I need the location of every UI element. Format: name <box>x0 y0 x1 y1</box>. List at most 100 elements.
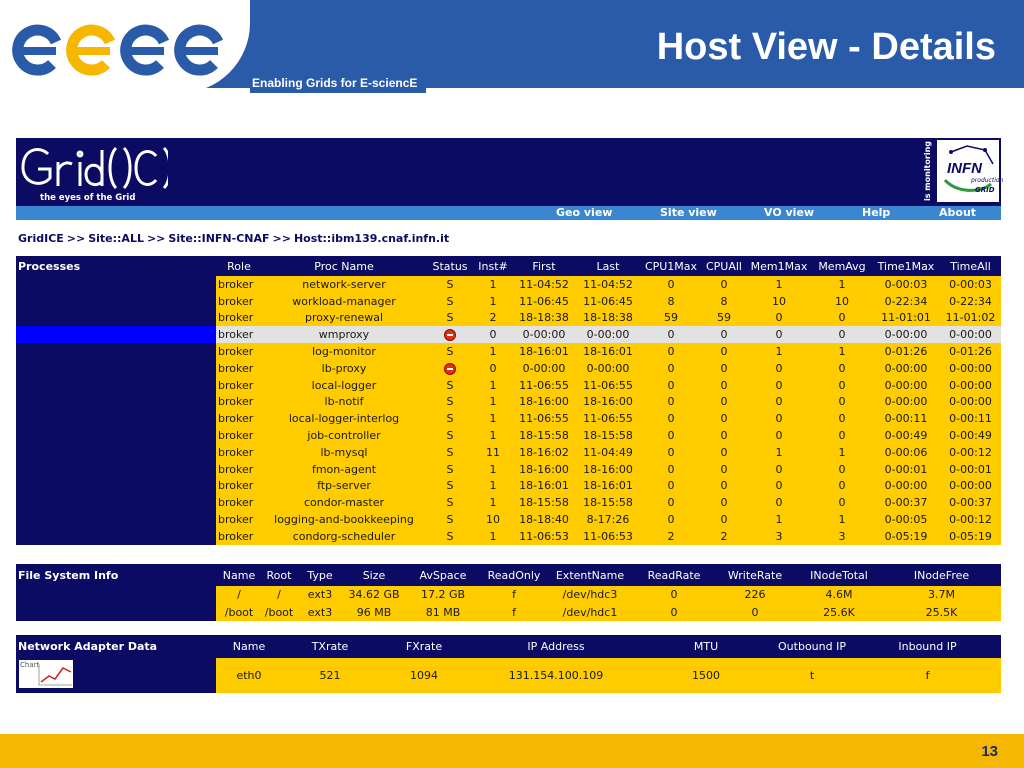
nav-vo-view[interactable]: VO view <box>764 206 814 220</box>
cell-cpuall: 0 <box>702 393 746 411</box>
column-header-type[interactable]: Type <box>296 564 344 586</box>
table-row[interactable]: broker log-monitor S 1 18-16:01 18-16:01 0 0 1 1 0… <box>16 343 1001 360</box>
table-row: Chart eth0 521 1094 131.154.100.109 1500 t f <box>16 658 1001 693</box>
table-row[interactable]: broker fmon-agent S 1 18-16:00 18-16:00 0 0 0 0 0-… <box>16 460 1001 478</box>
column-header-name[interactable]: Name <box>216 635 282 658</box>
column-header-status[interactable]: Status <box>426 256 474 276</box>
table-row[interactable]: broker condorg-scheduler S 1 11-06:53 11-06:5… <box>16 527 1001 545</box>
cell-status: S <box>426 494 474 512</box>
cell-cpu1max: 0 <box>640 393 702 411</box>
row-spacer <box>16 603 216 621</box>
table-row[interactable]: broker wmproxy 0 0-00:00 0-00:00 0 0 0 0 0-00:00 0… <box>16 326 1001 344</box>
column-header-outbound-ip[interactable]: Outbound IP <box>770 635 854 658</box>
cell-last: 18-16:00 <box>576 393 640 411</box>
column-header-readrate[interactable]: ReadRate <box>634 564 714 586</box>
breadcrumb-site-all[interactable]: Site::ALL <box>88 232 144 245</box>
column-header-size[interactable]: Size <box>344 564 404 586</box>
cell-inst: 1 <box>474 494 512 512</box>
column-header-fxrate[interactable]: FXrate <box>378 635 470 658</box>
cell-time1max: 0-01:26 <box>872 343 940 360</box>
column-header-ip-address[interactable]: IP Address <box>470 635 642 658</box>
table-row[interactable]: broker proxy-renewal S 2 18-18:38 18-18:38 59 5… <box>16 309 1001 327</box>
column-header-proc-name[interactable]: Proc Name <box>262 256 426 276</box>
cell-inodetotal: 25.6K <box>796 603 882 621</box>
cell-status: S <box>426 511 474 528</box>
column-header-mem1max[interactable]: Mem1Max <box>746 256 812 276</box>
table-row[interactable]: broker logging-and-bookkeeping S 10 18-18:40… <box>16 511 1001 528</box>
column-header-name[interactable]: Name <box>216 564 262 586</box>
cell-inst: 1 <box>474 292 512 310</box>
table-row[interactable]: broker lb-notif S 1 18-16:00 18-16:00 0 0 0 0 0-00… <box>16 393 1001 411</box>
column-header-avspace[interactable]: AvSpace <box>404 564 482 586</box>
section-label: Network Adapter Data <box>16 635 216 658</box>
column-header-time1max[interactable]: Time1Max <box>872 256 940 276</box>
cell-inst: 1 <box>474 477 512 495</box>
breadcrumb-separator: >> <box>272 232 291 245</box>
column-header-readonly[interactable]: ReadOnly <box>482 564 546 586</box>
column-header-first[interactable]: First <box>512 256 576 276</box>
row-spacer <box>16 292 216 310</box>
nav-help[interactable]: Help <box>862 206 890 220</box>
cell-time1max: 0-22:34 <box>872 292 940 310</box>
column-header-txrate[interactable]: TXrate <box>282 635 378 658</box>
table-row[interactable]: broker local-logger S 1 11-06:55 11-06:55 0 0 0 0… <box>16 376 1001 394</box>
table-header-row: Processes Role Proc Name Status Inst# First La… <box>16 256 1001 276</box>
cell-first: 18-15:58 <box>512 427 576 444</box>
breadcrumb-gridice[interactable]: GridICE <box>18 232 64 245</box>
cell-last: 18-15:58 <box>576 494 640 512</box>
cell-status: S <box>426 460 474 478</box>
cell-txrate: 521 <box>282 658 378 693</box>
cell-mem1max: 0 <box>746 410 812 428</box>
slide-subtitle: Enabling Grids for E-sciencE <box>252 76 418 90</box>
nav-geo-view[interactable]: Geo view <box>556 206 612 220</box>
column-header-cpuall[interactable]: CPUAll <box>702 256 746 276</box>
column-header-inodetotal[interactable]: INodeTotal <box>796 564 882 586</box>
table-row[interactable]: broker lb-mysql S 11 18-16:02 11-04:49 0 0 1 1 0-0… <box>16 443 1001 461</box>
monitoring-label: is monitoring <box>923 141 932 201</box>
table-row[interactable]: broker local-logger-interlog S 1 11-06:55 11-… <box>16 410 1001 428</box>
table-row[interactable]: broker workload-manager S 1 11-06:45 11-06:45… <box>16 292 1001 310</box>
cell-role: broker <box>216 343 262 360</box>
column-header-cpu1max[interactable]: CPU1Max <box>640 256 702 276</box>
slide-title: Host View - Details <box>656 26 996 68</box>
cell-extentname: /dev/hdc3 <box>546 586 634 604</box>
cell-cpu1max: 0 <box>640 359 702 377</box>
chart-thumbnail[interactable]: Chart <box>19 660 73 688</box>
cell-type: ext3 <box>296 603 344 621</box>
column-header-role[interactable]: Role <box>216 256 262 276</box>
breadcrumb-site-infn-cnaf[interactable]: Site::INFN-CNAF <box>168 232 269 245</box>
cell-cpu1max: 0 <box>640 326 702 344</box>
table-row[interactable]: broker lb-proxy 0 0-00:00 0-00:00 0 0 0 0 0-00:00… <box>16 359 1001 377</box>
filesystem-table: File System Info Name Root Type Size AvSpace R… <box>16 564 1001 621</box>
cell-memavg: 1 <box>812 276 872 293</box>
column-header-root[interactable]: Root <box>262 564 296 586</box>
table-row[interactable]: broker job-controller S 1 18-15:58 18-15:58 0 0… <box>16 427 1001 444</box>
cell-memavg: 3 <box>812 527 872 545</box>
nav-site-view[interactable]: Site view <box>660 206 717 220</box>
row-spacer <box>16 393 216 411</box>
column-header-inbound-ip[interactable]: Inbound IP <box>854 635 1001 658</box>
table-row[interactable]: broker ftp-server S 1 18-16:01 18-16:01 0 0 0 0 0-… <box>16 477 1001 495</box>
column-header-mtu[interactable]: MTU <box>642 635 770 658</box>
row-spacer <box>16 460 216 478</box>
column-header-writerate[interactable]: WriteRate <box>714 564 796 586</box>
table-row[interactable]: broker network-server S 1 11-04:52 11-04:52 0 0… <box>16 276 1001 293</box>
section-label: Processes <box>16 256 216 276</box>
column-header-last[interactable]: Last <box>576 256 640 276</box>
cell-last: 11-06:53 <box>576 527 640 545</box>
column-header-memavg[interactable]: MemAvg <box>812 256 872 276</box>
column-header-extentname[interactable]: ExtentName <box>546 564 634 586</box>
nav-about[interactable]: About <box>939 206 976 220</box>
column-header-inodefree[interactable]: INodeFree <box>882 564 1001 586</box>
cell-role: broker <box>216 427 262 444</box>
stop-icon <box>444 362 456 375</box>
cell-last: 11-06:55 <box>576 410 640 428</box>
table-row[interactable]: broker condor-master S 1 18-15:58 18-15:58 0 0 0… <box>16 494 1001 512</box>
cell-status: S <box>426 427 474 444</box>
cell-timeall: 0-00:00 <box>940 359 1001 377</box>
column-header-timeall[interactable]: TimeAll <box>940 256 1001 276</box>
cell-timeall: 0-00:00 <box>940 326 1001 344</box>
cell-inst: 1 <box>474 343 512 360</box>
column-header-inst[interactable]: Inst# <box>474 256 512 276</box>
cell-timeall: 11-01:02 <box>940 309 1001 327</box>
